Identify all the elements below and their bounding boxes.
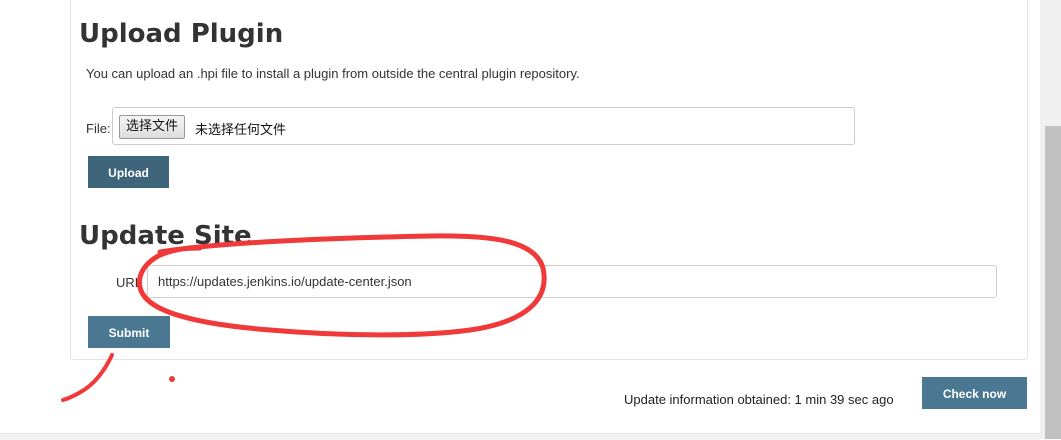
vertical-scrollbar[interactable] <box>1040 0 1061 439</box>
red-stroke-annotation <box>61 353 114 402</box>
file-input[interactable]: 选择文件 未选择任何文件 <box>112 107 855 145</box>
scrollbar-thumb[interactable] <box>1045 126 1061 439</box>
no-file-chosen-text: 未选择任何文件 <box>195 123 287 138</box>
upload-plugin-heading: Upload Plugin <box>79 19 284 49</box>
update-site-url-input[interactable] <box>147 265 997 298</box>
submit-button[interactable]: Submit <box>88 316 170 348</box>
choose-file-button[interactable]: 选择文件 <box>119 115 186 139</box>
advanced-panel <box>70 0 1028 360</box>
upload-description: You can upload an .hpi file to install a… <box>86 66 580 81</box>
red-dot-annotation <box>169 376 175 382</box>
check-now-button[interactable]: Check now <box>922 377 1027 409</box>
url-label: URL <box>116 275 143 290</box>
update-site-heading: Update Site <box>79 221 252 251</box>
file-label: File: <box>86 121 111 136</box>
upload-button[interactable]: Upload <box>88 156 169 188</box>
update-status-text: Update information obtained: 1 min 39 se… <box>624 392 894 407</box>
